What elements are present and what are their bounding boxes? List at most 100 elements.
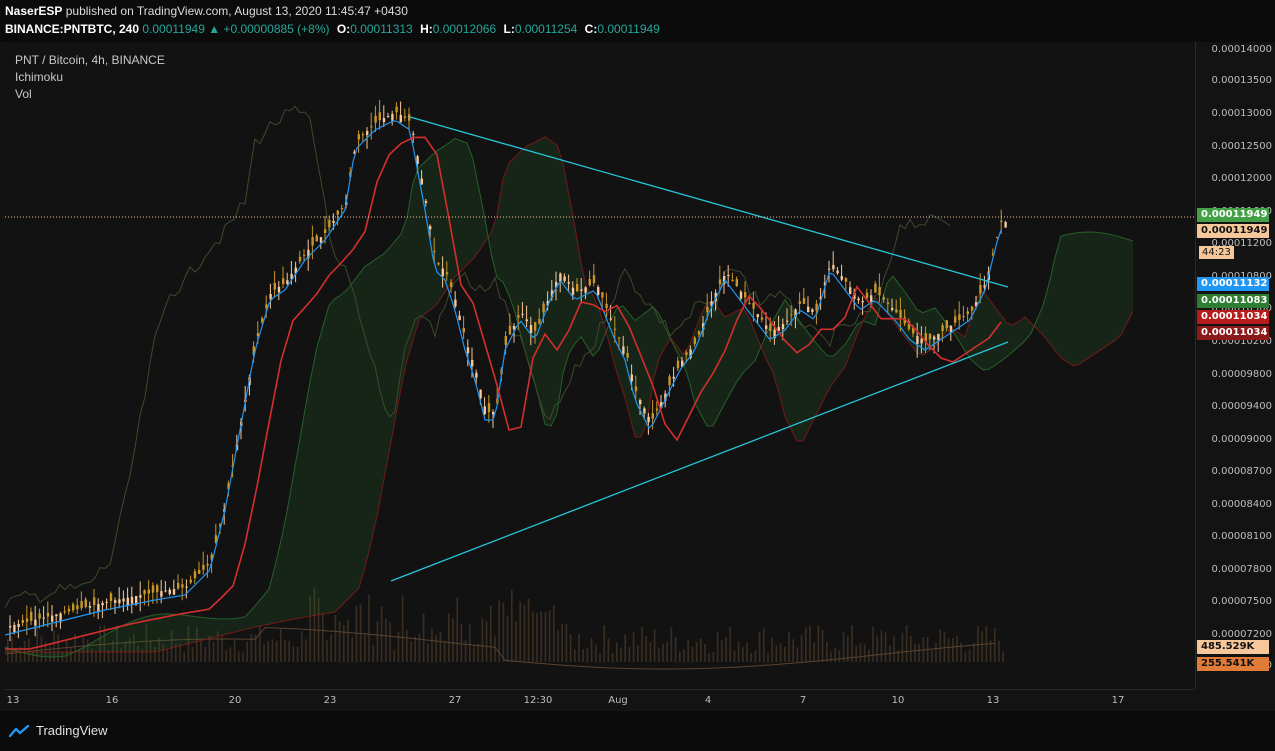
candle-body — [277, 286, 281, 293]
candle-body — [588, 278, 591, 286]
volume-bar — [914, 643, 916, 662]
candle-body — [76, 605, 79, 610]
candle-body — [609, 318, 612, 320]
candle-body — [630, 374, 633, 382]
candle-body — [387, 116, 390, 117]
candle-body — [886, 302, 890, 304]
publish-header: NaserESP published on TradingView.com, A… — [0, 0, 1275, 42]
legend-volume[interactable]: Vol — [15, 86, 165, 103]
candle-body — [458, 315, 461, 321]
volume-bar — [603, 625, 605, 662]
volume-bar — [658, 648, 660, 662]
candle-body — [580, 289, 583, 291]
candle-body — [450, 282, 453, 287]
volume-bar — [389, 622, 391, 662]
candle-body — [160, 591, 163, 597]
time-axis[interactable]: 13 16 20 23 27 12:30 Aug 4 7 10 13 17 — [5, 689, 1195, 712]
candle-body — [1004, 222, 1007, 228]
candle-body — [21, 619, 24, 623]
candle-body — [51, 615, 54, 622]
volume-bar — [481, 618, 484, 662]
price-tick: 0.00007500 — [1211, 596, 1272, 608]
volume-bar — [301, 631, 303, 662]
volume-bar — [956, 635, 958, 662]
candle-body — [832, 264, 835, 270]
tradingview-brand[interactable]: TradingView — [8, 723, 108, 738]
candle-body — [718, 279, 722, 285]
volume-bar — [855, 645, 857, 662]
candle-body — [466, 347, 470, 354]
price-axis[interactable]: 0.00014000 0.00013500 0.00013000 0.00012500… — [1195, 42, 1275, 689]
volume-bar — [532, 611, 534, 662]
volume-bar — [826, 641, 828, 662]
volume-bar — [582, 648, 584, 662]
volume-bar — [506, 615, 509, 662]
volume-bar — [183, 651, 185, 662]
volume-bar — [511, 589, 513, 662]
candle-body — [748, 302, 751, 304]
candle-body — [189, 579, 192, 583]
candle-body — [727, 274, 730, 277]
volume-bar — [947, 638, 950, 662]
legend-symbol[interactable]: PNT / Bitcoin, 4h, BINANCE — [15, 52, 165, 69]
time-tick: 7 — [799, 695, 807, 706]
candle-body — [613, 328, 617, 330]
publish-info: NaserESP published on TradingView.com, A… — [5, 4, 408, 18]
volume-bar — [931, 650, 933, 662]
volume-bar — [393, 649, 395, 662]
chart-canvas[interactable] — [4, 42, 1195, 689]
author-name[interactable]: NaserESP — [5, 4, 62, 18]
volume-bar — [607, 638, 610, 662]
volume-bar — [943, 631, 946, 662]
volume-bar — [238, 651, 240, 662]
volume-bar — [662, 643, 664, 662]
chart-pane[interactable] — [4, 42, 1195, 689]
candle-body — [790, 314, 793, 316]
volume-bar — [834, 647, 836, 662]
volume-bar — [368, 594, 370, 662]
volume-bar — [448, 613, 450, 662]
candle-body — [865, 292, 869, 299]
price-label: 0.00011949 — [1197, 208, 1269, 222]
candle-body — [67, 608, 71, 612]
candle-body — [933, 336, 936, 340]
candle-body — [937, 333, 940, 341]
volume-bar — [863, 644, 866, 662]
volume-bar — [452, 618, 454, 662]
candle-body — [781, 324, 785, 330]
volume-bar — [821, 629, 824, 662]
candle-body — [882, 297, 885, 300]
legend-ichimoku[interactable]: Ichimoku — [15, 69, 165, 86]
price-tick: 0.00008700 — [1211, 466, 1272, 478]
candle-body — [676, 360, 680, 369]
bar-countdown: 44:23 — [1199, 246, 1234, 259]
volume-bar — [292, 646, 295, 662]
volume-bar — [288, 640, 290, 662]
volume-bar — [527, 598, 530, 662]
volume-bar — [200, 639, 202, 662]
volume-bar — [477, 643, 479, 662]
volume-bar — [204, 646, 206, 662]
volume-bar — [372, 645, 374, 662]
volume-bar — [561, 624, 563, 662]
candle-body — [840, 276, 843, 280]
volume-bar — [515, 621, 517, 662]
volume-bar — [901, 632, 904, 662]
volume-bar — [725, 637, 727, 662]
candle-body — [361, 134, 365, 136]
volume-bar — [796, 647, 799, 662]
volume-bar — [284, 640, 286, 662]
candle-body — [735, 279, 738, 287]
candle-body — [769, 323, 772, 331]
volume-bar — [418, 634, 421, 662]
candle-body — [849, 287, 852, 295]
candle-body — [1000, 220, 1003, 222]
volume-bar — [704, 644, 706, 662]
candle-body — [891, 308, 894, 310]
volume-bar — [645, 636, 647, 662]
candle-body — [945, 320, 948, 329]
tradingview-logo-icon — [8, 724, 30, 737]
candle-body — [412, 133, 415, 135]
candle-body — [126, 597, 129, 605]
candle-body — [584, 287, 587, 293]
